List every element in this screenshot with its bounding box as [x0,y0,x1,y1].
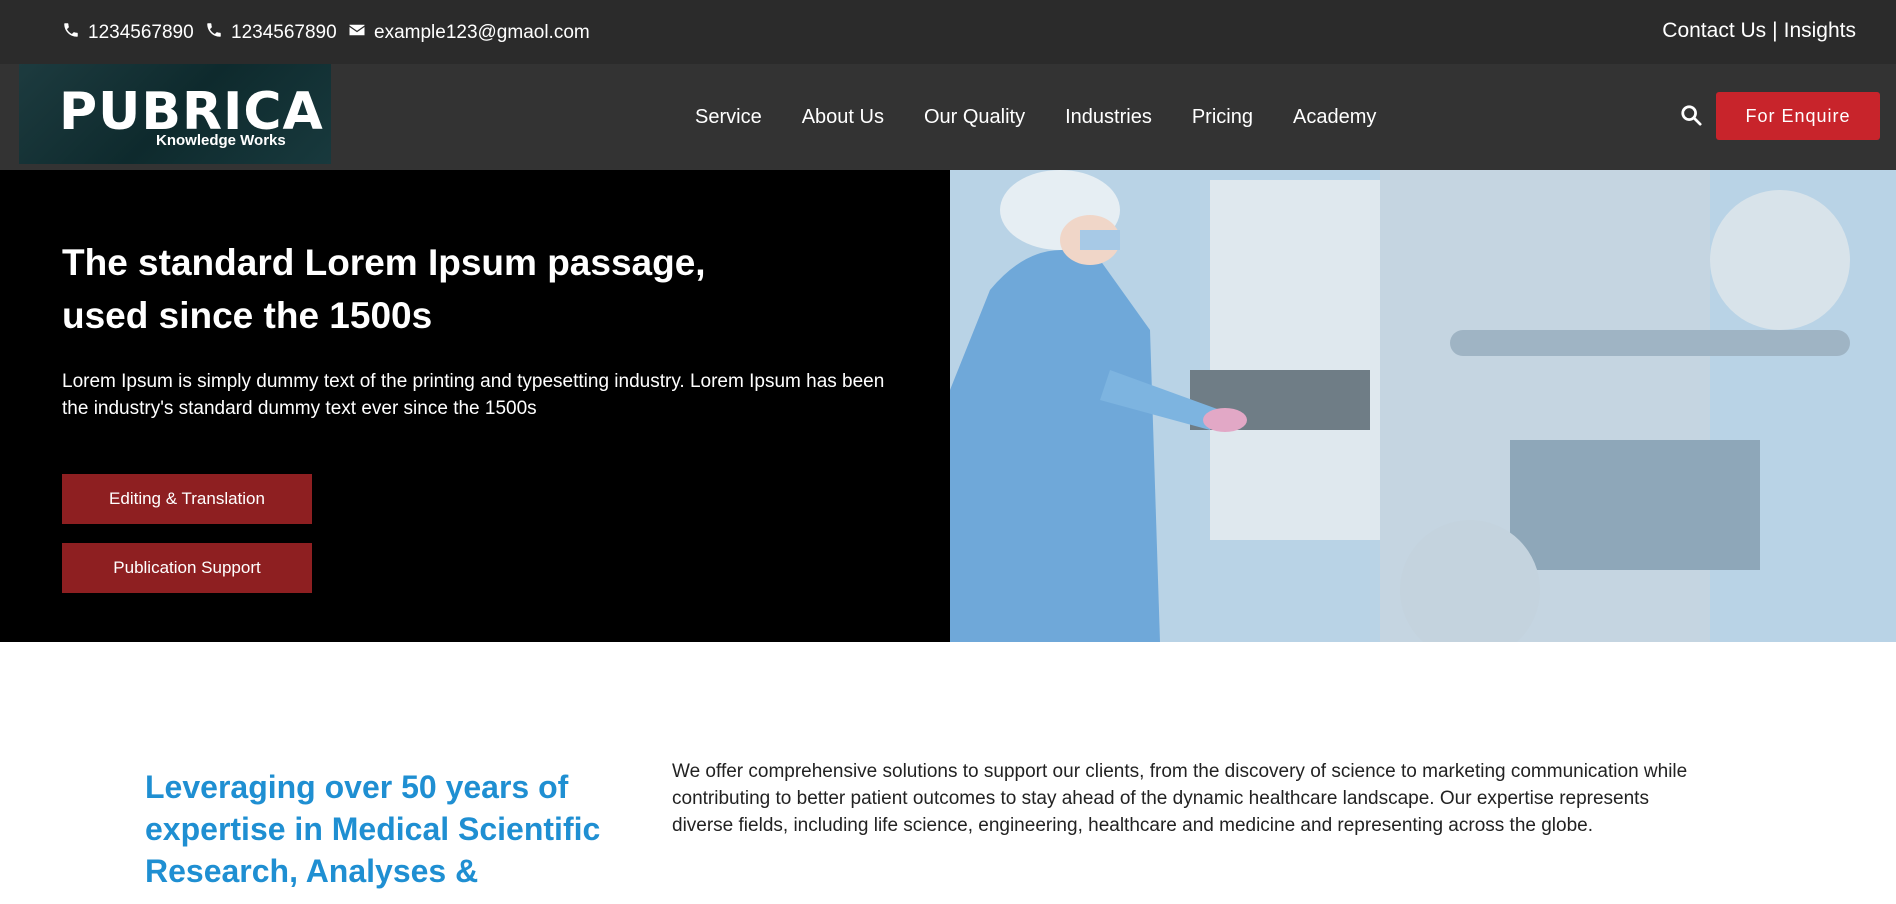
logo-tagline: Knowledge Works [156,132,286,149]
phone-1[interactable]: 1234567890 [62,21,194,45]
phone-2-text: 1234567890 [231,22,337,43]
email-text: example123@gmaol.com [374,22,590,43]
lab-worker-illustration [950,170,1896,642]
logo[interactable]: PUBRICA Knowledge Works [19,64,331,164]
top-links: Contact Us | Insights [1662,19,1856,43]
email-link[interactable]: example123@gmaol.com [348,21,590,45]
nav-about-us[interactable]: About Us [802,106,884,129]
about-description: We offer comprehensive solutions to supp… [672,761,1688,836]
search-icon[interactable] [1680,104,1704,128]
nav-academy[interactable]: Academy [1293,106,1376,129]
hero-section: The standard Lorem Ipsum passage, used s… [0,170,950,642]
hero-text-line-2: the industry's standard dummy text ever … [62,398,537,419]
enquire-button[interactable]: For Enquire [1716,92,1880,140]
phone-icon [62,21,80,45]
top-contact-bar: 1234567890 1234567890 example123@gmaol.c… [0,0,1896,64]
phone-2[interactable]: 1234567890 [205,21,337,45]
nav-pricing[interactable]: Pricing [1192,106,1253,129]
link-separator: | [1772,19,1778,42]
envelope-icon [348,21,366,45]
hero-text-line-1: Lorem Ipsum is simply dummy text of the … [62,371,885,392]
phone-icon [205,21,223,45]
nav-service[interactable]: Service [695,106,762,129]
about-heading: Leveraging over 50 years of expertise in… [145,769,601,889]
nav-our-quality[interactable]: Our Quality [924,106,1025,129]
insights-link[interactable]: Insights [1784,19,1856,43]
hero-description: Lorem Ipsum is simply dummy text of the … [62,368,902,422]
hero-title: The standard Lorem Ipsum passage, used s… [62,242,706,336]
contact-us-link[interactable]: Contact Us [1662,19,1766,43]
phone-1-text: 1234567890 [88,22,194,43]
editing-translation-button[interactable]: Editing & Translation [62,474,312,524]
nav-industries[interactable]: Industries [1065,106,1152,129]
nav-menu: Service About Us Our Quality Industries … [695,106,1376,129]
hero-image [950,170,1896,642]
publication-support-button[interactable]: Publication Support [62,543,312,593]
main-navbar: PUBRICA Knowledge Works Service About Us… [0,64,1896,170]
